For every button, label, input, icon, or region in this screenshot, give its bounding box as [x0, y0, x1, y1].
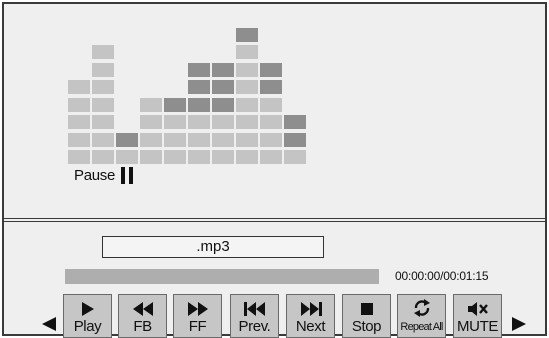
equalizer-cell — [212, 132, 234, 147]
play-button-label: Play — [73, 318, 102, 335]
equalizer-cell — [164, 132, 186, 147]
status-label: Pause — [74, 167, 116, 184]
stop-button-label: Stop — [351, 318, 382, 335]
equalizer-cell — [188, 80, 210, 94]
equalizer-cell — [116, 132, 138, 147]
right-arrow-icon[interactable] — [512, 317, 526, 331]
progress-bar[interactable] — [65, 269, 379, 284]
equalizer-cell — [68, 115, 90, 129]
left-arrow-icon[interactable] — [42, 317, 56, 331]
equalizer-cell — [92, 80, 114, 94]
equalizer-cell — [284, 132, 306, 147]
equalizer-cell — [212, 80, 234, 94]
equalizer-cell — [116, 150, 138, 164]
equalizer-cell — [188, 150, 210, 164]
equalizer-cell — [236, 132, 258, 147]
equalizer-bar — [68, 14, 90, 164]
repeat-all-button[interactable]: Repeat All — [397, 294, 446, 338]
equalizer-bar — [116, 14, 138, 164]
equalizer-cell — [140, 115, 162, 129]
time-readout: 00:00:00/00:01:15 — [395, 269, 489, 283]
stop-icon — [343, 295, 390, 317]
equalizer-cell — [140, 97, 162, 112]
equalizer-cell — [92, 115, 114, 129]
equalizer-cell — [284, 150, 306, 164]
equalizer-cell — [188, 62, 210, 77]
file-name-field: .mp3 — [102, 236, 324, 258]
fast-forward-icon — [174, 295, 221, 317]
equalizer-cell — [92, 45, 114, 59]
equalizer-cell — [92, 150, 114, 164]
equalizer-cell — [68, 150, 90, 164]
fast-forward-button[interactable]: FF — [173, 294, 222, 338]
repeat-all-button-label: Repeat All — [400, 321, 443, 333]
fast-backward-icon — [119, 295, 166, 317]
fast-forward-button-label: FF — [188, 318, 207, 335]
next-track-icon — [287, 295, 334, 317]
previous-track-icon — [231, 295, 278, 317]
next-track-button[interactable]: Next — [286, 294, 335, 338]
equalizer-cell — [236, 97, 258, 112]
equalizer-cell — [260, 97, 282, 112]
equalizer-cell — [92, 62, 114, 77]
equalizer-cell — [188, 132, 210, 147]
equalizer-cell — [260, 80, 282, 94]
equalizer-cell — [68, 80, 90, 94]
mute-button-label: MUTE — [457, 318, 498, 335]
equalizer-bar — [188, 14, 210, 164]
equalizer-cell — [236, 27, 258, 42]
equalizer-cell — [212, 97, 234, 112]
equalizer-bar — [284, 14, 306, 164]
equalizer-bar — [212, 14, 234, 164]
equalizer-cell — [164, 97, 186, 112]
play-button[interactable]: Play — [63, 294, 112, 338]
equalizer-bar — [164, 14, 186, 164]
equalizer-cell — [68, 97, 90, 112]
mute-button[interactable]: MUTE — [453, 294, 502, 338]
previous-track-button-label: Prev. — [238, 318, 271, 335]
equalizer-bar — [260, 14, 282, 164]
equalizer-bar — [92, 14, 114, 164]
equalizer-cell — [236, 150, 258, 164]
equalizer-cell — [164, 115, 186, 129]
equalizer-cell — [212, 150, 234, 164]
equalizer-cell — [236, 45, 258, 59]
repeat-icon — [398, 295, 445, 317]
equalizer-cell — [260, 115, 282, 129]
equalizer-cell — [236, 80, 258, 94]
equalizer-cell — [260, 62, 282, 77]
section-divider — [4, 218, 545, 222]
equalizer-cell — [212, 115, 234, 129]
mute-icon — [454, 295, 501, 317]
equalizer-bar — [236, 14, 258, 164]
equalizer-visualizer — [68, 14, 318, 164]
equalizer-cell — [68, 132, 90, 147]
equalizer-cell — [188, 115, 210, 129]
equalizer-cell — [284, 115, 306, 129]
equalizer-cell — [188, 97, 210, 112]
equalizer-cell — [140, 132, 162, 147]
pause-icon — [121, 167, 135, 184]
equalizer-bar — [140, 14, 162, 164]
equalizer-cell — [260, 150, 282, 164]
previous-track-button[interactable]: Prev. — [230, 294, 279, 338]
equalizer-cell — [92, 97, 114, 112]
stop-button[interactable]: Stop — [342, 294, 391, 338]
equalizer-cell — [236, 62, 258, 77]
equalizer-cell — [212, 62, 234, 77]
equalizer-cell — [140, 150, 162, 164]
equalizer-cell — [260, 132, 282, 147]
progress-bar-fill — [65, 269, 379, 284]
fast-backward-button-label: FB — [133, 318, 152, 335]
equalizer-cell — [164, 150, 186, 164]
equalizer-cell — [92, 132, 114, 147]
next-track-button-label: Next — [295, 318, 326, 335]
player-window: Pause .mp3 00:00:00/00:01:15 Play FB FF … — [2, 2, 547, 338]
equalizer-cell — [236, 115, 258, 129]
play-icon — [64, 295, 111, 317]
fast-backward-button[interactable]: FB — [118, 294, 167, 338]
